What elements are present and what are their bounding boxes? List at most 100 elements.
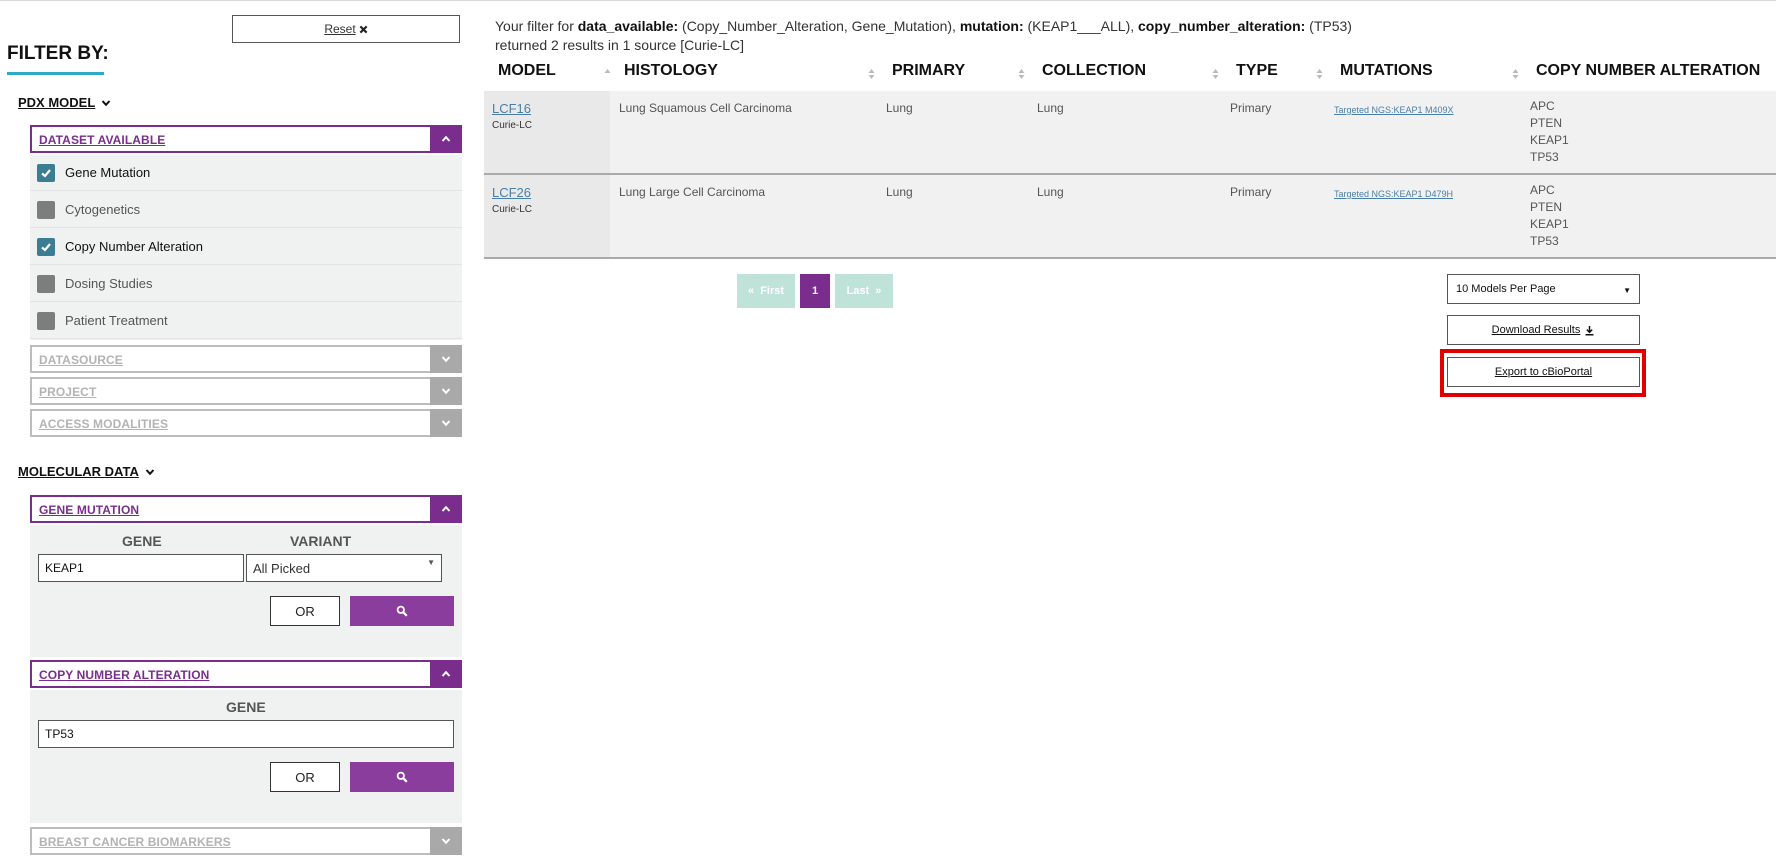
copy-number-search-button[interactable] xyxy=(350,762,454,792)
checkbox-checked[interactable] xyxy=(37,163,55,182)
checkbox-unchecked[interactable] xyxy=(37,311,55,330)
gene-mutation-input[interactable] xyxy=(38,554,244,582)
close-icon xyxy=(359,25,368,33)
filter-by-title: FILTER BY: xyxy=(7,43,109,64)
option-cytogenetics[interactable]: Cytogenetics xyxy=(30,192,462,228)
cna-cell: APC PTEN KEAP1 TP53 xyxy=(1530,98,1569,166)
collection-cell: Lung xyxy=(1037,185,1064,199)
cna-gene: APC xyxy=(1530,183,1555,197)
option-label: Copy Number Alteration xyxy=(65,239,204,254)
dataset-options-list: Gene Mutation Cytogenetics Copy Number A… xyxy=(30,155,462,340)
copy-number-or-button[interactable]: OR xyxy=(270,762,340,792)
molecular-data-label: MOLECULAR DATA xyxy=(18,464,139,479)
sort-icon xyxy=(1316,69,1323,79)
summary-prefix: Your filter for xyxy=(495,18,574,34)
column-header-model[interactable]: MODEL xyxy=(498,62,556,80)
type-cell: Primary xyxy=(1230,101,1272,115)
gene-mutation-panel[interactable]: GENE MUTATION xyxy=(30,495,462,523)
checkbox-unchecked[interactable] xyxy=(37,200,55,219)
pagination: « First 1 Last » xyxy=(737,274,893,308)
variant-column-label: VARIANT xyxy=(290,533,352,549)
download-icon xyxy=(1585,325,1594,336)
pdx-model-label: PDX MODEL xyxy=(18,95,96,110)
mutations-cell: Targeted NGS:KEAP1 D479H xyxy=(1334,186,1453,200)
gene-mutation-or-button[interactable]: OR xyxy=(270,596,340,626)
column-header-type[interactable]: TYPE xyxy=(1236,62,1278,80)
sort-icon xyxy=(1018,69,1025,79)
chevron-down-icon xyxy=(441,420,451,427)
cna-gene: KEAP1 xyxy=(1530,217,1569,231)
project-panel[interactable]: PROJECT xyxy=(30,377,462,405)
filter-summary: Your filter for data_available: (Copy_Nu… xyxy=(495,17,1595,55)
expand-toggle[interactable] xyxy=(430,377,462,405)
copy-number-panel[interactable]: COPY NUMBER ALTERATION xyxy=(30,660,462,688)
chevron-up-icon xyxy=(441,135,451,142)
mutation-link[interactable]: Targeted NGS:KEAP1 M409X xyxy=(1334,105,1454,115)
column-header-cna[interactable]: COPY NUMBER ALTERATION xyxy=(1536,62,1760,80)
option-dosing-studies[interactable]: Dosing Studies xyxy=(30,266,462,302)
copy-number-gene-input[interactable] xyxy=(38,720,454,748)
histology-cell: Lung Squamous Cell Carcinoma xyxy=(619,101,792,115)
option-gene-mutation[interactable]: Gene Mutation xyxy=(30,155,462,191)
checkbox-unchecked[interactable] xyxy=(37,274,55,293)
first-page-button[interactable]: « First xyxy=(737,274,795,308)
column-header-mutations[interactable]: MUTATIONS xyxy=(1340,62,1433,80)
cna-gene: KEAP1 xyxy=(1530,133,1569,147)
variant-select[interactable]: All Picked ▼ xyxy=(246,554,442,582)
cna-gene: PTEN xyxy=(1530,116,1563,130)
dataset-available-label: DATASET AVAILABLE xyxy=(39,133,166,147)
column-header-primary[interactable]: PRIMARY xyxy=(892,62,965,80)
breast-cancer-biomarkers-panel[interactable]: BREAST CANCER BIOMARKERS xyxy=(30,827,462,855)
gene-mutation-search-button[interactable] xyxy=(350,596,454,626)
collapse-toggle[interactable] xyxy=(430,125,462,153)
option-copy-number-alteration[interactable]: Copy Number Alteration xyxy=(30,229,462,265)
option-patient-treatment[interactable]: Patient Treatment xyxy=(30,303,462,339)
title-underline xyxy=(7,72,104,75)
mutation-link[interactable]: Targeted NGS:KEAP1 D479H xyxy=(1334,189,1453,199)
reset-button[interactable]: Reset xyxy=(232,15,460,43)
table-row: LCF26 Curie-LC Lung Large Cell Carcinoma… xyxy=(484,175,1776,259)
histology-cell: Lung Large Cell Carcinoma xyxy=(619,185,766,199)
access-modalities-panel[interactable]: ACCESS MODALITIES xyxy=(30,409,462,437)
molecular-data-section-toggle[interactable]: MOLECULAR DATA xyxy=(18,464,155,479)
collection-cell: Lung xyxy=(1037,101,1064,115)
collapse-toggle[interactable] xyxy=(430,495,462,523)
models-per-page-select[interactable]: 10 Models Per Page ▼ xyxy=(1447,274,1640,304)
sort-icon xyxy=(868,69,875,79)
variant-selected: All Picked xyxy=(253,560,311,576)
chevron-down-icon xyxy=(441,356,451,363)
checkbox-checked[interactable] xyxy=(37,237,55,256)
sort-icon xyxy=(1212,69,1219,79)
caret-down-icon: ▼ xyxy=(427,558,435,567)
sort-icon xyxy=(604,69,611,73)
primary-cell: Lung xyxy=(886,185,913,199)
expand-toggle[interactable] xyxy=(430,409,462,437)
expand-toggle[interactable] xyxy=(430,345,462,373)
type-cell: Primary xyxy=(1230,185,1272,199)
breast-cancer-label: BREAST CANCER BIOMARKERS xyxy=(39,835,231,849)
expand-toggle[interactable] xyxy=(430,827,462,855)
gene-mutation-label: GENE MUTATION xyxy=(39,503,140,517)
cna-cell: APC PTEN KEAP1 TP53 xyxy=(1530,182,1569,250)
column-header-collection[interactable]: COLLECTION xyxy=(1042,62,1146,80)
download-results-button[interactable]: Download Results xyxy=(1447,315,1640,345)
copy-number-label: COPY NUMBER ALTERATION xyxy=(39,668,210,682)
column-header-histology[interactable]: HISTOLOGY xyxy=(624,62,718,80)
dataset-available-panel[interactable]: DATASET AVAILABLE xyxy=(30,125,462,153)
cna-gene: PTEN xyxy=(1530,200,1563,214)
collapse-toggle[interactable] xyxy=(430,660,462,688)
model-source: Curie-LC xyxy=(492,120,533,131)
project-label: PROJECT xyxy=(39,385,97,399)
datasource-panel[interactable]: DATASOURCE xyxy=(30,345,462,373)
last-page-button[interactable]: Last » xyxy=(835,274,893,308)
summary-value: (Copy_Number_Alteration, Gene_Mutation), xyxy=(682,18,956,34)
table-header: MODEL HISTOLOGY PRIMARY COLLECTION TYPE … xyxy=(484,59,1776,93)
model-link[interactable]: LCF26 xyxy=(492,185,532,200)
export-cbioportal-button[interactable]: Export to cBioPortal xyxy=(1447,357,1640,387)
reset-label: Reset xyxy=(324,22,356,36)
pdx-model-section-toggle[interactable]: PDX MODEL xyxy=(18,95,111,110)
datasource-label: DATASOURCE xyxy=(39,353,123,367)
page-1-button[interactable]: 1 xyxy=(800,274,830,308)
chevron-down-icon xyxy=(102,99,111,106)
model-link[interactable]: LCF16 xyxy=(492,101,532,116)
